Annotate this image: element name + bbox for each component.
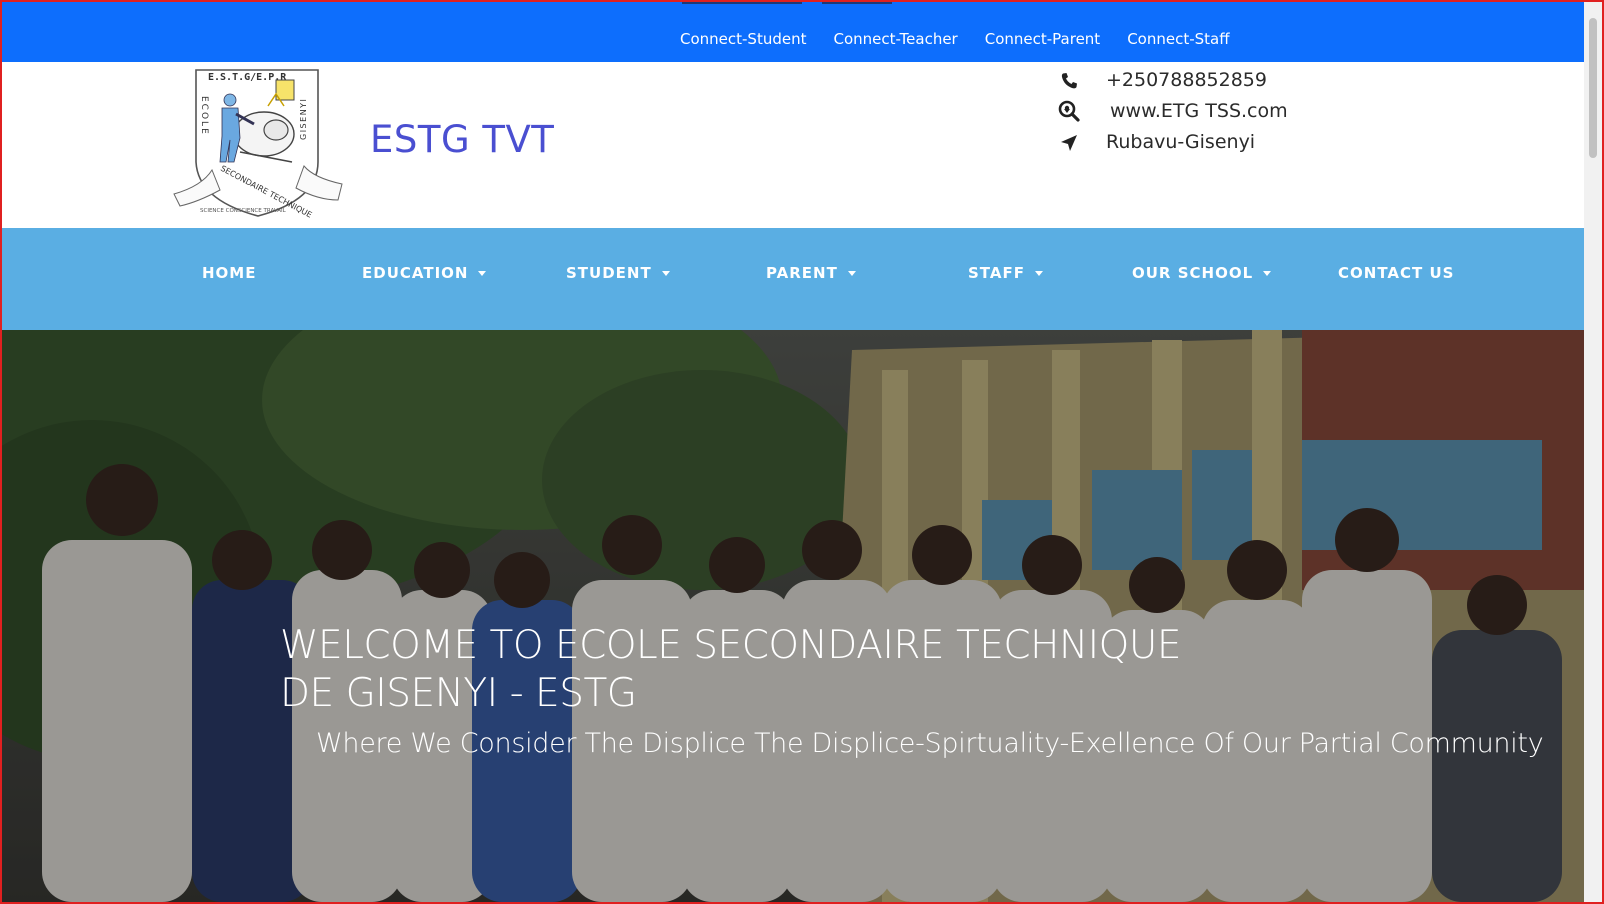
nav-our-school[interactable]: OUR SCHOOL	[1132, 264, 1272, 282]
contact-location-text: Rubavu-Gisenyi	[1106, 131, 1256, 153]
nav-parent[interactable]: PARENT	[766, 264, 856, 282]
nav-student[interactable]: STUDENT	[566, 264, 670, 282]
nav-home[interactable]: HOME	[202, 264, 256, 282]
connect-staff-link[interactable]: Connect-Staff	[1127, 30, 1229, 48]
site-brand[interactable]: ESTG TVT	[370, 118, 554, 161]
tab-indicator	[682, 2, 892, 4]
hero-subtitle: Where We Consider The Displice The Displ…	[316, 728, 1544, 759]
connect-links: Connect-Student Connect-Teacher Connect-…	[680, 30, 1230, 48]
svg-text:GISENYI: GISENYI	[299, 98, 308, 140]
nav-our-school-label: OUR SCHOOL	[1132, 264, 1254, 282]
caret-down-icon	[478, 271, 487, 276]
caret-down-icon	[661, 271, 670, 276]
caret-down-icon	[847, 271, 856, 276]
connect-bar: Connect-Student Connect-Teacher Connect-…	[2, 2, 1586, 62]
vertical-scrollbar[interactable]	[1584, 2, 1602, 902]
hero-banner: WELCOME TO ECOLE SECONDAIRE TECHNIQUE DE…	[2, 330, 1586, 902]
svg-text:SCIENCE CONSCIENCE TRAVAIL: SCIENCE CONSCIENCE TRAVAIL	[200, 208, 287, 214]
nav-staff[interactable]: STAFF	[968, 264, 1043, 282]
hero-overlay	[2, 330, 1586, 902]
phone-icon	[1061, 73, 1077, 89]
contact-website[interactable]: www.ETG TSS.com	[1058, 97, 1378, 128]
school-logo[interactable]: E.S.T.G/E.P.R ECOLE GISENYI SECONDAIRE T…	[172, 66, 344, 222]
nav-contact-us[interactable]: CONTACT US	[1338, 264, 1454, 282]
nav-contact-us-label: CONTACT US	[1338, 264, 1455, 282]
location-arrow-icon	[1061, 135, 1077, 151]
search-location-icon	[1058, 100, 1080, 122]
contact-location[interactable]: Rubavu-Gisenyi	[1058, 128, 1378, 159]
site-header: E.S.T.G/E.P.R ECOLE GISENYI SECONDAIRE T…	[2, 62, 1586, 230]
contact-website-text: www.ETG TSS.com	[1110, 100, 1288, 122]
contact-info: +250788852859 www.ETG TSS.com Rubavu-Gis…	[1058, 66, 1378, 159]
svg-text:E.S.T.G/E.P.R: E.S.T.G/E.P.R	[208, 72, 287, 83]
contact-phone-text: +250788852859	[1106, 69, 1267, 91]
scrollbar-thumb[interactable]	[1589, 18, 1597, 158]
nav-education[interactable]: EDUCATION	[362, 264, 487, 282]
nav-education-label: EDUCATION	[362, 264, 469, 282]
connect-student-link[interactable]: Connect-Student	[680, 30, 806, 48]
nav-parent-label: PARENT	[766, 264, 838, 282]
svg-text:ECOLE: ECOLE	[199, 96, 209, 136]
page: Connect-Student Connect-Teacher Connect-…	[2, 2, 1586, 902]
caret-down-icon	[1263, 271, 1272, 276]
nav-home-label: HOME	[202, 264, 257, 282]
nav-staff-label: STAFF	[968, 264, 1025, 282]
connect-parent-link[interactable]: Connect-Parent	[985, 30, 1100, 48]
nav-student-label: STUDENT	[566, 264, 652, 282]
caret-down-icon	[1034, 271, 1043, 276]
contact-phone[interactable]: +250788852859	[1058, 66, 1378, 97]
hero-title: WELCOME TO ECOLE SECONDAIRE TECHNIQUE DE…	[280, 623, 1182, 716]
connect-teacher-link[interactable]: Connect-Teacher	[833, 30, 957, 48]
main-nav: HOME EDUCATION STUDENT PARENT STAFF OUR …	[2, 228, 1586, 330]
